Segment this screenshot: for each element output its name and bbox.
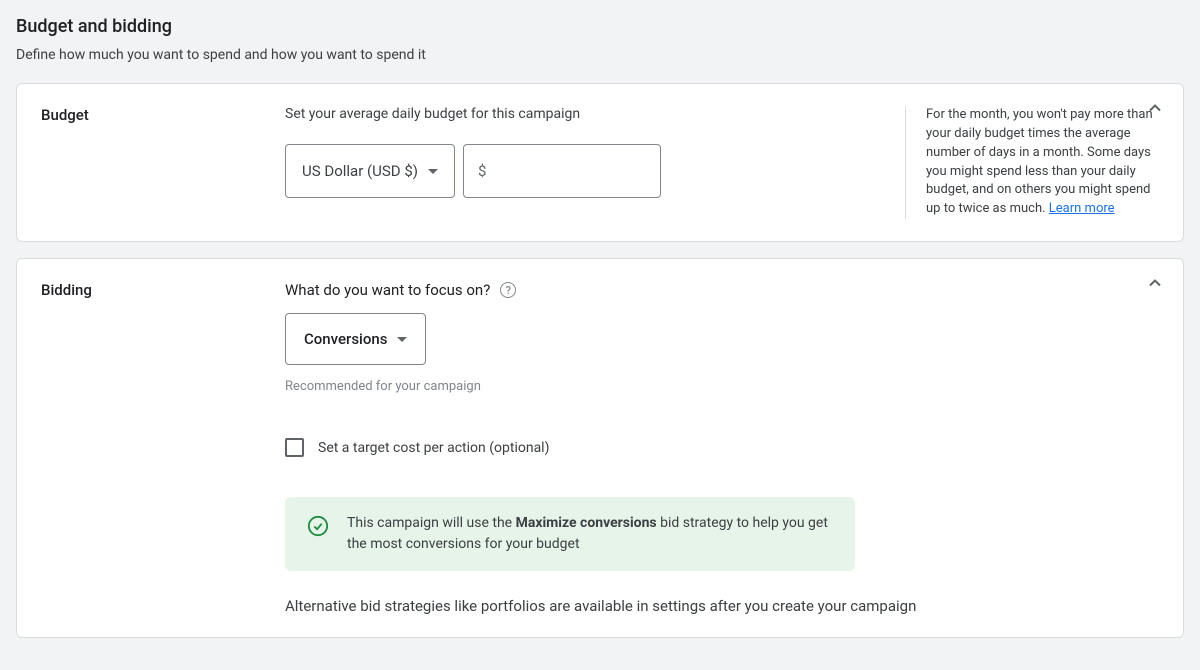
help-icon[interactable]: ? xyxy=(500,282,516,298)
recommended-text: Recommended for your campaign xyxy=(285,379,1099,394)
target-cpa-label: Set a target cost per action (optional) xyxy=(318,440,549,456)
budget-section-name: Budget xyxy=(41,106,285,124)
page-subtitle: Define how much you want to spend and ho… xyxy=(16,47,1184,63)
budget-info-sidebar: For the month, you won't pay more than y… xyxy=(905,106,1159,219)
alternative-text: Alternative bid strategies like portfoli… xyxy=(285,597,1099,615)
collapse-bidding-button[interactable] xyxy=(1145,273,1165,297)
caret-down-icon xyxy=(428,169,438,174)
check-circle-icon xyxy=(307,515,329,541)
budget-amount-container[interactable]: $ xyxy=(463,144,661,198)
budget-card: Budget Set your average daily budget for… xyxy=(16,83,1184,242)
bidding-card: Bidding What do you want to focus on? ? … xyxy=(16,258,1184,638)
collapse-budget-button[interactable] xyxy=(1145,98,1165,122)
currency-prefix: $ xyxy=(478,162,486,180)
chevron-up-icon xyxy=(1145,273,1165,293)
focus-dropdown[interactable]: Conversions xyxy=(285,313,426,365)
strategy-banner-text: This campaign will use the Maximize conv… xyxy=(347,513,833,555)
target-cpa-checkbox[interactable] xyxy=(285,438,304,457)
page-title: Budget and bidding xyxy=(16,16,1184,37)
focus-label: What do you want to focus on? xyxy=(285,281,490,299)
learn-more-link[interactable]: Learn more xyxy=(1049,201,1115,216)
strategy-banner: This campaign will use the Maximize conv… xyxy=(285,497,855,571)
budget-label: Set your average daily budget for this c… xyxy=(285,106,893,122)
budget-amount-input[interactable] xyxy=(494,163,646,180)
currency-dropdown[interactable]: US Dollar (USD $) xyxy=(285,144,455,198)
currency-dropdown-label: US Dollar (USD $) xyxy=(302,162,418,180)
target-cpa-row: Set a target cost per action (optional) xyxy=(285,438,1099,457)
focus-dropdown-label: Conversions xyxy=(304,330,387,348)
budget-info-text: For the month, you won't pay more than y… xyxy=(926,107,1153,216)
bidding-section-name: Bidding xyxy=(41,281,285,299)
chevron-up-icon xyxy=(1145,98,1165,118)
caret-down-icon xyxy=(397,337,407,342)
focus-label-row: What do you want to focus on? ? xyxy=(285,281,1099,299)
